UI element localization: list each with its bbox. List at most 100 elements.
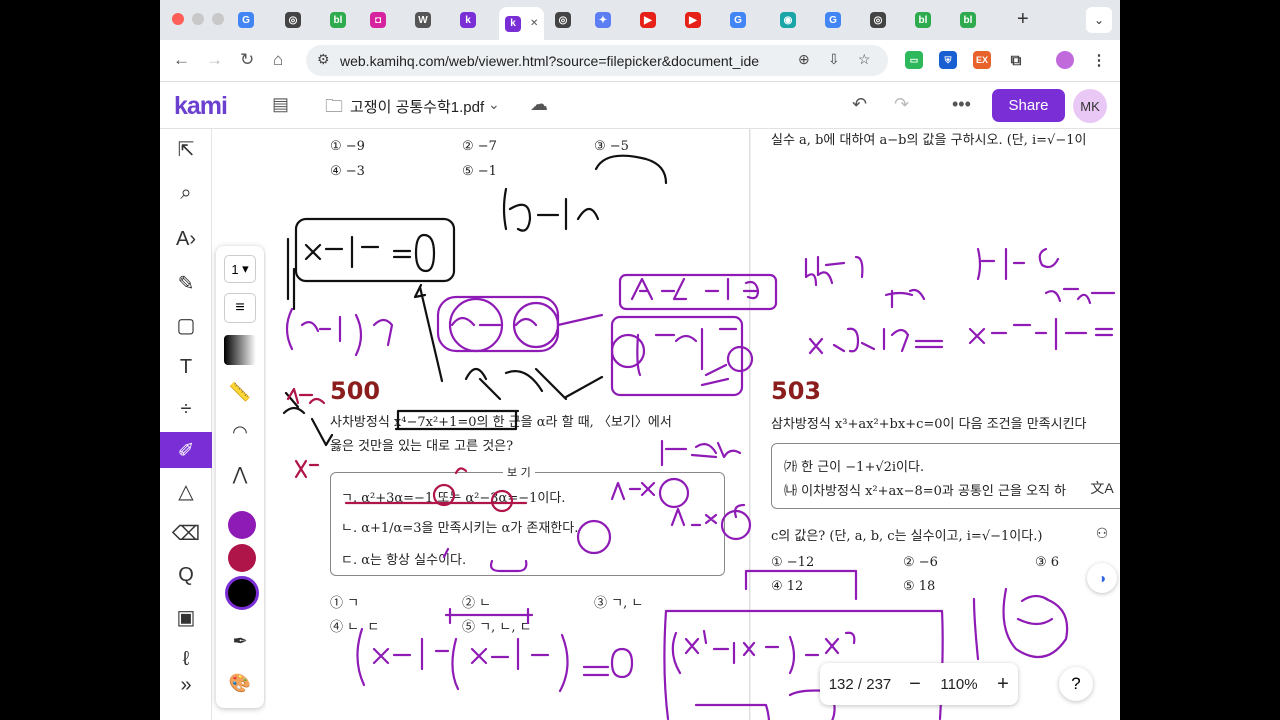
text-to-speech-icon[interactable]: A› [160, 221, 212, 257]
browser-tab[interactable]: k ✕ [499, 7, 545, 40]
zoom-in-button[interactable]: + [988, 673, 1018, 696]
minimize-window-button[interactable] [192, 13, 204, 25]
browser-tab[interactable]: ◎ [285, 7, 301, 33]
browser-window: G ◎ bl ◘ Wk k ✕ ◎ ✦ ▶ ▶ G ◉ G ◎ bl bl + ⌄ ← → ↻ ⌂ ⚙ web.… [160, 0, 1120, 720]
zoom-level[interactable]: 110% [930, 676, 988, 693]
browser-tab[interactable]: G [238, 7, 254, 33]
google-icon: G [825, 12, 841, 28]
color-swatch-purple[interactable] [228, 511, 256, 539]
wikipedia-icon: W [415, 12, 431, 28]
menu-lines-icon[interactable]: ≡ [224, 293, 256, 323]
reload-button[interactable]: ↻ [240, 50, 254, 70]
help-button[interactable]: ? [1059, 667, 1093, 701]
question-ai-icon[interactable]: Q [160, 557, 212, 593]
site-info-icon[interactable]: ⚙ [317, 51, 330, 68]
bl-icon: bl [915, 12, 931, 28]
compass-icon[interactable]: ⋀ [214, 456, 266, 492]
ink-text [285, 307, 394, 357]
page-indicator[interactable]: 132 / 237 [820, 676, 900, 693]
image-icon[interactable]: ▣ [160, 599, 212, 635]
close-tab-icon[interactable]: ✕ [530, 18, 538, 29]
tab-search-button[interactable]: ⌄ [1086, 7, 1112, 33]
ink-text [442, 547, 450, 559]
extension-ex-icon[interactable]: EX [973, 51, 991, 69]
new-tab-button[interactable]: + [1017, 8, 1029, 31]
comment-icon[interactable]: ▢ [160, 307, 212, 343]
browser-tab[interactable]: W [415, 7, 431, 33]
ink-text [968, 317, 1114, 351]
home-button[interactable]: ⌂ [273, 50, 283, 70]
document-viewer[interactable]: ① −9 ② −7 ③ −5 ④ −3 ⑤ −1 500 사차방정식 x⁴−7x… [266, 129, 1120, 720]
browser-tab[interactable]: bl [960, 7, 976, 33]
dictionary-tool-icon[interactable]: ⌕ [160, 175, 212, 211]
profile-avatar[interactable] [1056, 51, 1074, 69]
browser-tab[interactable]: ✦ [595, 7, 611, 33]
google-icon: G [730, 12, 746, 28]
browser-tab[interactable]: bl [330, 7, 346, 33]
chatgpt-icon: ◎ [555, 12, 571, 28]
select-tool-icon[interactable]: ⇱ [160, 131, 212, 167]
ruler-icon[interactable]: 📏 [214, 374, 266, 410]
highlighter-icon[interactable]: ✎ [160, 265, 212, 301]
share-button[interactable]: Share [992, 89, 1065, 122]
ink-text [1044, 287, 1116, 305]
chat-bot-icon[interactable]: ◑ [1087, 563, 1117, 593]
kami-header: kami ▤ 🗀 고쟁이 공통수학1.pdf ⌄ ☁ ↶ ↷ ••• Share… [160, 82, 1120, 129]
browser-tab[interactable]: ◘ [370, 7, 386, 33]
ink-text [502, 154, 668, 232]
color-swatch-black[interactable] [225, 576, 259, 610]
browser-tab[interactable]: ◎ [555, 7, 571, 33]
stroke-size-select[interactable]: 1 ▾ [224, 255, 256, 283]
install-app-icon[interactable]: ⇩ [828, 51, 840, 68]
address-bar[interactable]: ⚙ web.kamihq.com/web/viewer.html?source=… [306, 45, 888, 76]
browser-tab[interactable]: ◎ [870, 7, 886, 33]
browser-tab[interactable]: G [825, 7, 841, 33]
chevron-down-icon[interactable]: ⌄ [488, 96, 500, 113]
undo-icon[interactable]: ↶ [852, 94, 867, 115]
zoom-icon[interactable]: ⊕ [798, 51, 810, 68]
palette-icon[interactable]: 🎨 [214, 665, 266, 701]
browser-tab[interactable]: k [460, 7, 476, 33]
ink-annotations[interactable] [266, 129, 1120, 720]
redo-icon[interactable]: ↷ [894, 94, 909, 115]
translate-icon[interactable]: 文A [1087, 473, 1117, 503]
browser-menu-icon[interactable]: ⋮ [1090, 51, 1108, 69]
opacity-gradient[interactable] [224, 335, 256, 365]
document-title[interactable]: 고쟁이 공통수학1.pdf [350, 96, 484, 117]
extension-shield-icon[interactable]: ⛨ [939, 51, 957, 69]
shapes-icon[interactable]: △ [160, 473, 212, 509]
eraser-icon[interactable]: ⌫ [160, 515, 212, 551]
user-avatar[interactable]: MK [1073, 89, 1107, 123]
drawing-tool-icon[interactable]: ✐ [160, 432, 212, 468]
browser-tab[interactable]: ▶ [685, 7, 701, 33]
ai-assistant-icon[interactable]: ⚇ [1087, 518, 1117, 548]
more-options-icon[interactable]: ••• [952, 94, 971, 115]
file-box-icon[interactable]: ▤ [272, 94, 289, 115]
color-swatch-crimson[interactable] [228, 544, 256, 572]
maximize-window-button[interactable] [212, 13, 224, 25]
bookmark-star-icon[interactable]: ☆ [858, 51, 871, 68]
browser-tab[interactable]: ▶ [640, 7, 656, 33]
expand-icon[interactable]: » [160, 667, 212, 703]
ink-arrow [556, 313, 604, 327]
ink-text [304, 233, 436, 273]
back-button[interactable]: ← [173, 50, 190, 70]
browser-tab[interactable]: G [730, 7, 746, 33]
ink-circle [576, 519, 612, 555]
browser-tab[interactable]: bl [915, 7, 931, 33]
protractor-icon[interactable]: ◠ [214, 414, 266, 450]
ink-underline [344, 467, 528, 505]
extensions-puzzle-icon[interactable]: ⧉ [1007, 51, 1025, 69]
close-window-button[interactable] [172, 13, 184, 25]
ink-cursor [310, 417, 334, 447]
kami-logo[interactable]: kami [174, 92, 228, 121]
folder-icon[interactable]: 🗀 [325, 94, 343, 124]
eyedropper-icon[interactable]: ✒ [214, 623, 266, 659]
text-tool-icon[interactable]: T [160, 349, 212, 385]
ink-box [744, 569, 858, 601]
equation-icon[interactable]: ÷ [160, 391, 212, 427]
zoom-out-button[interactable]: − [900, 673, 930, 696]
browser-tab[interactable]: ◉ [780, 7, 796, 33]
extension-screen-icon[interactable]: ▭ [905, 51, 923, 69]
forward-button[interactable]: → [206, 50, 223, 70]
